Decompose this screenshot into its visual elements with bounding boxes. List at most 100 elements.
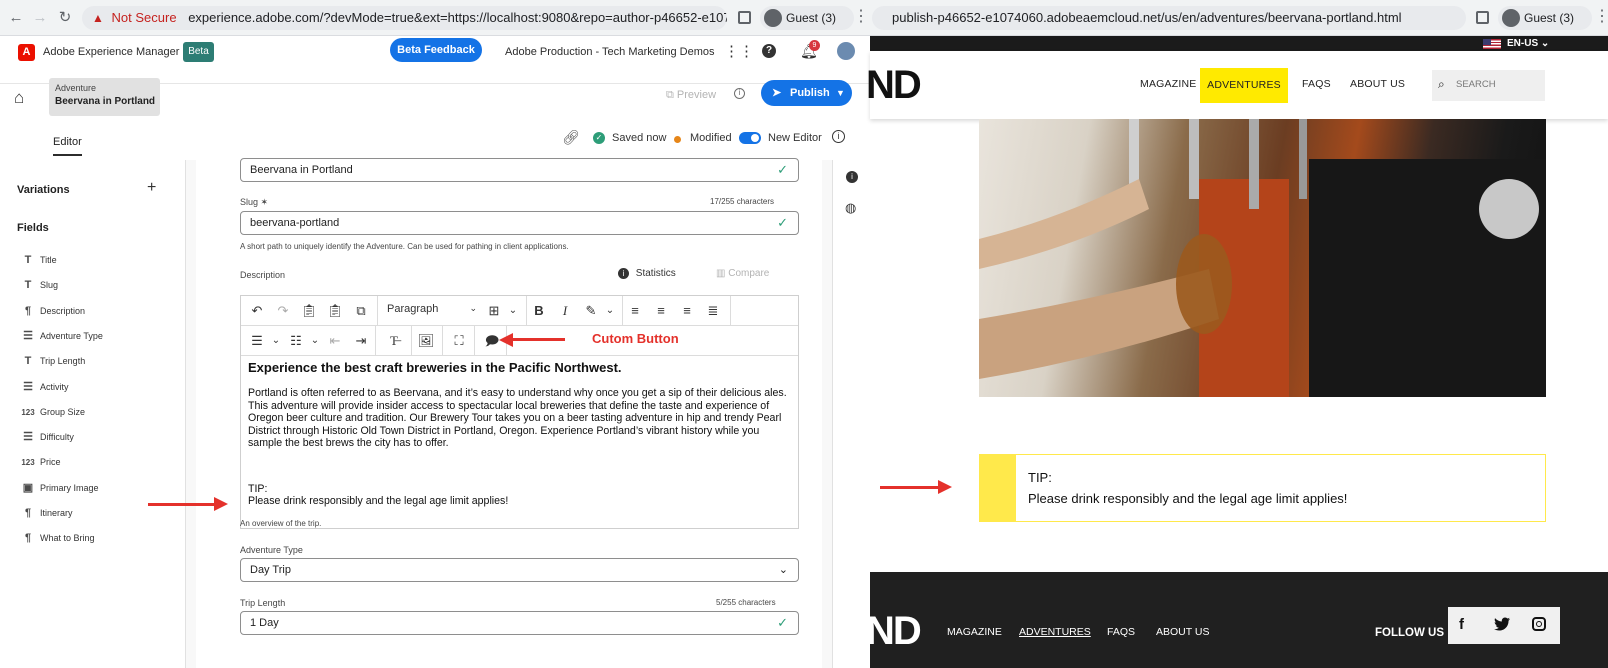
sidepanel-icon[interactable] bbox=[1476, 11, 1489, 24]
sidebar-field-item[interactable]: ▣ Primary Image bbox=[20, 480, 99, 496]
toolbar-divider bbox=[526, 296, 527, 325]
sidebar-field-item[interactable]: T Title bbox=[20, 252, 57, 268]
beta-feedback-button[interactable]: Beta Feedback bbox=[390, 38, 482, 62]
publish-address-bar[interactable]: publish-p46652-e1074060.adobeaemcloud.ne… bbox=[872, 6, 1466, 30]
valid-check-icon: ✓ bbox=[777, 215, 788, 230]
preview-button[interactable]: ⧉ Preview bbox=[666, 87, 716, 103]
reload-icon[interactable]: ↻ bbox=[57, 10, 73, 26]
sidebar-field-item[interactable]: 123 Price bbox=[20, 454, 60, 470]
align-left-icon[interactable]: ≡ bbox=[625, 301, 645, 321]
highlight-icon[interactable]: ✎ bbox=[581, 301, 601, 321]
footer-nav-faqs[interactable]: FAQS bbox=[1107, 626, 1135, 638]
facebook-icon[interactable]: f bbox=[1459, 616, 1464, 634]
paragraph-select[interactable]: Paragraph ⌄ bbox=[387, 303, 479, 319]
sidebar-field-item[interactable]: ☰ Activity bbox=[20, 379, 68, 395]
sidepanel-icon[interactable] bbox=[738, 11, 751, 24]
sidebar-field-item[interactable]: T Trip Length bbox=[20, 353, 86, 369]
site-logo[interactable]: ND bbox=[866, 64, 922, 106]
org-switcher[interactable]: Adobe Production - Tech Marketing Demos bbox=[505, 44, 715, 61]
profile-chip[interactable]: Guest (3) bbox=[760, 6, 854, 30]
profile-chip[interactable]: Guest (3) bbox=[1498, 6, 1592, 30]
sidebar-field-item[interactable]: ☰ Difficulty bbox=[20, 429, 74, 445]
more-menu-icon[interactable]: ⋮ bbox=[1594, 9, 1608, 25]
help-icon[interactable]: ? bbox=[762, 44, 776, 58]
chevron-down-icon[interactable]: ⌄ bbox=[305, 331, 325, 351]
link-icon[interactable]: 🔗︎ bbox=[562, 130, 580, 144]
product-name[interactable]: Adobe Experience Manager bbox=[43, 44, 179, 61]
numbered-list-icon[interactable]: ☷ bbox=[286, 331, 306, 351]
statistics-button[interactable]: i Statistics bbox=[618, 268, 676, 279]
nav-adventures[interactable]: ADVENTURES bbox=[1200, 68, 1288, 103]
user-avatar[interactable] bbox=[837, 42, 855, 60]
fullscreen-icon[interactable]: ⛶ bbox=[449, 331, 469, 351]
adobe-logo-icon[interactable]: A bbox=[18, 44, 35, 61]
chevron-down-icon: ▼ bbox=[836, 88, 845, 98]
footer-logo[interactable]: ND bbox=[866, 610, 922, 652]
back-icon[interactable]: ← bbox=[8, 10, 24, 26]
statistics-label: Statistics bbox=[635, 268, 676, 279]
footer-nav-magazine[interactable]: MAGAZINE bbox=[947, 626, 1002, 638]
bulleted-list-icon[interactable]: ☰ bbox=[247, 331, 267, 351]
clipboard-icon[interactable]: 📋︎ bbox=[299, 301, 319, 321]
locale-label: EN-US bbox=[1507, 38, 1539, 49]
sidebar-field-item[interactable]: ¶ Description bbox=[20, 303, 85, 319]
globe-icon[interactable]: ◍ bbox=[845, 201, 856, 215]
slug-field[interactable]: beervana-portland ✓ bbox=[240, 211, 799, 235]
home-icon[interactable]: ⌂ bbox=[14, 88, 24, 108]
rich-text-editor[interactable]: ↶ ↷ 📋︎ 📋︎ ⧉ Paragraph ⌄ ⊞ ⌄ B I ✎ ⌄ ≡ ≡ … bbox=[240, 295, 799, 529]
footer-nav-adventures[interactable]: ADVENTURES bbox=[1019, 626, 1091, 638]
clear-formatting-icon[interactable]: T̶ bbox=[384, 331, 404, 351]
info-icon[interactable]: i bbox=[734, 88, 745, 99]
more-menu-icon[interactable]: ⋮ bbox=[853, 9, 869, 25]
add-variation-icon[interactable]: + bbox=[147, 180, 156, 196]
tab-editor[interactable]: Editor bbox=[53, 132, 82, 156]
apps-grid-icon[interactable]: ⋮⋮ bbox=[724, 42, 754, 62]
chevron-down-icon[interactable]: ⌄ bbox=[600, 301, 620, 321]
italic-icon[interactable]: I bbox=[555, 301, 575, 321]
undo-icon[interactable]: ↶ bbox=[247, 301, 267, 321]
align-justify-icon[interactable]: ≣ bbox=[703, 301, 723, 321]
sidebar-field-item[interactable]: 123 Group Size bbox=[20, 404, 85, 420]
nav-about-us[interactable]: ABOUT US bbox=[1350, 51, 1405, 118]
redo-icon[interactable]: ↷ bbox=[273, 301, 293, 321]
sidebar-field-item[interactable]: ☰ Adventure Type bbox=[20, 328, 103, 344]
compare-button[interactable]: ▥ Compare bbox=[716, 268, 769, 279]
flag-canton bbox=[1483, 39, 1491, 45]
align-right-icon[interactable]: ≡ bbox=[677, 301, 697, 321]
site-search[interactable]: ⌕ SEARCH bbox=[1432, 70, 1545, 101]
twitter-icon[interactable] bbox=[1494, 617, 1510, 631]
publish-button[interactable]: ➤ Publish ▼ bbox=[761, 80, 852, 106]
breadcrumb[interactable]: Adventure Beervana in Portland bbox=[49, 78, 160, 116]
editor-info-icon[interactable]: i bbox=[832, 130, 845, 143]
sidebar-field-item[interactable]: ¶ Itinerary bbox=[20, 505, 73, 521]
table-icon[interactable]: ⊞ bbox=[484, 301, 504, 321]
new-editor-toggle[interactable] bbox=[739, 132, 761, 144]
sidebar-field-item[interactable]: ¶ What to Bring bbox=[20, 530, 95, 546]
instagram-icon[interactable] bbox=[1532, 617, 1546, 631]
bold-icon[interactable]: B bbox=[529, 301, 549, 321]
rte-paragraph: Portland is often referred to as Beervan… bbox=[248, 387, 787, 449]
insert-image-icon[interactable]: 🖼︎ bbox=[416, 331, 436, 351]
indent-icon[interactable]: ⇥ bbox=[351, 331, 371, 351]
nav-faqs[interactable]: FAQS bbox=[1302, 51, 1331, 118]
sidebar-field-label: What to Bring bbox=[40, 533, 95, 544]
copy-icon[interactable]: ⧉ bbox=[351, 301, 371, 321]
properties-info-icon[interactable]: i bbox=[846, 171, 858, 183]
forward-icon[interactable]: → bbox=[32, 10, 48, 26]
chevron-down-icon[interactable]: ⌄ bbox=[266, 331, 286, 351]
align-center-icon[interactable]: ≡ bbox=[651, 301, 671, 321]
adventure-type-select[interactable]: Day Trip ⌄ bbox=[240, 558, 799, 582]
nav-magazine[interactable]: MAGAZINE bbox=[1140, 51, 1196, 118]
chevron-down-icon[interactable]: ⌄ bbox=[503, 301, 523, 321]
address-bar[interactable]: ▲ Not Secure experience.adobe.com/?devMo… bbox=[82, 6, 727, 30]
toolbar-divider bbox=[474, 326, 475, 355]
sidebar-field-item[interactable]: T Slug bbox=[20, 277, 58, 293]
title-field[interactable]: Beervana in Portland ✓ bbox=[240, 158, 799, 182]
locale-selector[interactable]: EN-US ⌄ bbox=[1507, 37, 1549, 50]
outdent-icon[interactable]: ⇤ bbox=[325, 331, 345, 351]
trip-length-field[interactable]: 1 Day ✓ bbox=[240, 611, 799, 635]
rte-content[interactable]: Experience the best craft breweries in t… bbox=[248, 360, 788, 508]
footer-nav-about-us[interactable]: ABOUT US bbox=[1156, 626, 1209, 638]
paste-text-icon[interactable]: 📋︎ bbox=[325, 301, 345, 321]
tip-annotation-arrow-right-pane bbox=[880, 480, 952, 494]
